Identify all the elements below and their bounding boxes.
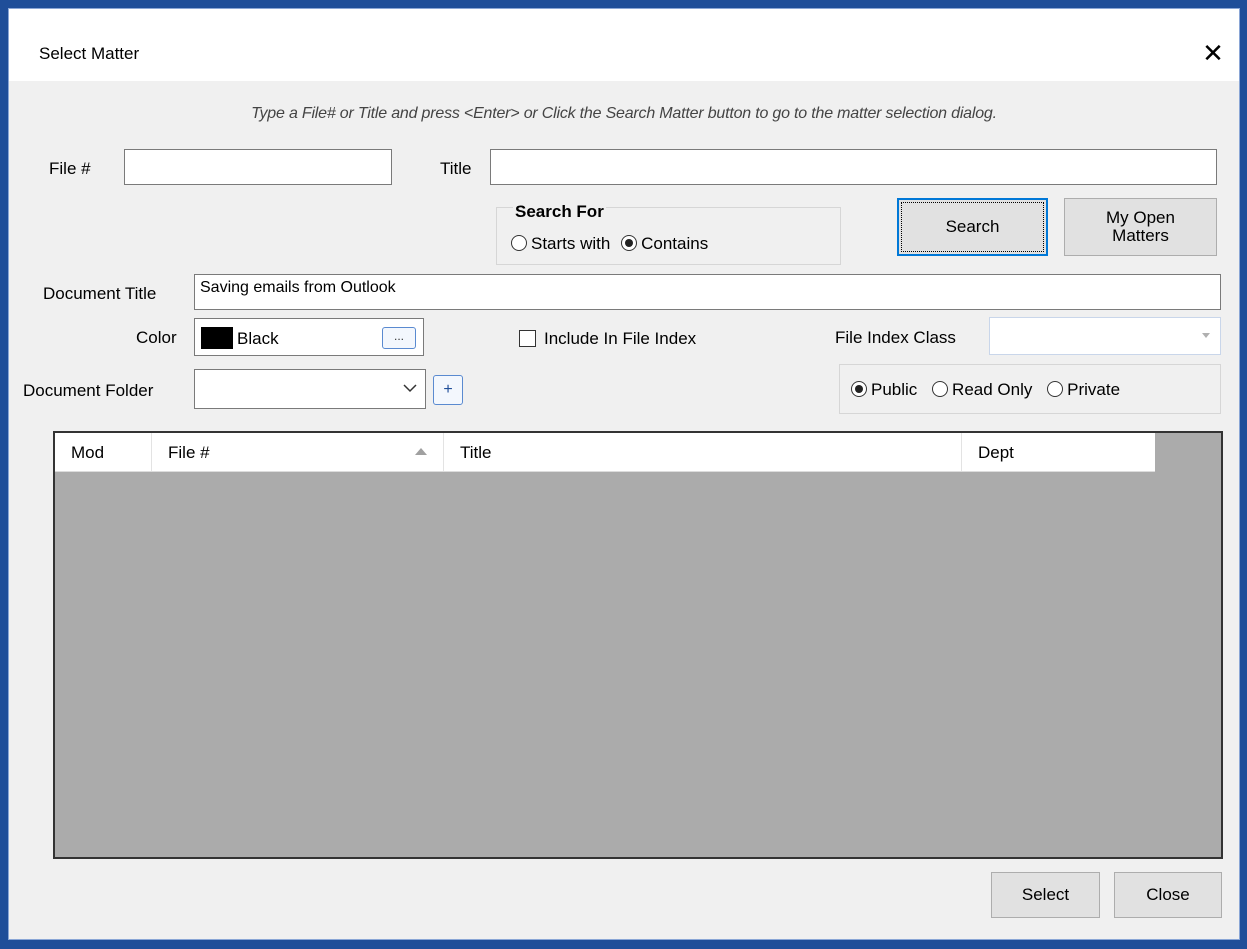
file-number-label: File # bbox=[49, 159, 91, 178]
color-swatch bbox=[201, 327, 233, 349]
document-title-label: Document Title bbox=[43, 284, 157, 303]
search-button[interactable]: Search bbox=[897, 198, 1048, 256]
grid-header: Mod File # Title Dept bbox=[55, 433, 1155, 472]
matter-grid[interactable]: Mod File # Title Dept bbox=[53, 431, 1223, 859]
radio-icon bbox=[1047, 381, 1064, 397]
my-open-matters-button[interactable]: My Open Matters bbox=[1064, 198, 1217, 256]
file-index-class-select[interactable] bbox=[989, 317, 1221, 355]
color-label: Color bbox=[136, 328, 177, 347]
title-label: Title bbox=[440, 159, 472, 178]
document-folder-label: Document Folder bbox=[23, 381, 154, 400]
select-matter-dialog: Select Matter ✕ Type a File# or Title an… bbox=[8, 8, 1240, 940]
column-header-file-number[interactable]: File # bbox=[152, 433, 444, 471]
file-number-input[interactable] bbox=[124, 149, 392, 185]
title-bar: Select Matter ✕ bbox=[9, 9, 1239, 81]
contains-radio[interactable]: Contains bbox=[621, 234, 708, 253]
column-header-title[interactable]: Title bbox=[444, 433, 962, 471]
chevron-down-icon bbox=[1202, 333, 1210, 338]
add-folder-button[interactable]: + bbox=[433, 375, 463, 405]
radio-icon bbox=[511, 235, 527, 251]
checkbox-icon bbox=[519, 330, 536, 347]
color-browse-button[interactable]: ... bbox=[382, 327, 416, 349]
color-value: Black bbox=[237, 329, 279, 348]
search-for-group: Search For Starts with Contains bbox=[496, 202, 841, 265]
close-icon[interactable]: ✕ bbox=[1197, 37, 1229, 69]
radio-icon bbox=[932, 381, 949, 397]
radio-selected-icon bbox=[621, 235, 638, 251]
include-in-file-index-checkbox[interactable]: Include In File Index bbox=[519, 329, 696, 349]
read-only-radio[interactable]: Read Only bbox=[932, 380, 1032, 399]
document-folder-select[interactable] bbox=[194, 369, 426, 409]
file-index-class-label: File Index Class bbox=[835, 328, 956, 347]
starts-with-radio[interactable]: Starts with bbox=[511, 234, 610, 253]
radio-selected-icon bbox=[851, 381, 867, 397]
select-button[interactable]: Select bbox=[991, 872, 1100, 918]
access-level-group: Public Read Only Private bbox=[839, 364, 1221, 414]
document-title-input[interactable]: Saving emails from Outlook bbox=[194, 274, 1221, 310]
column-header-dept[interactable]: Dept bbox=[962, 433, 1155, 471]
private-radio[interactable]: Private bbox=[1047, 380, 1120, 399]
search-for-label: Search For bbox=[513, 202, 606, 222]
chevron-down-icon bbox=[403, 384, 417, 393]
color-picker[interactable]: Black ... bbox=[194, 318, 424, 356]
dialog-title: Select Matter bbox=[39, 44, 140, 63]
instruction-text: Type a File# or Title and press <Enter> … bbox=[251, 105, 997, 122]
title-input[interactable] bbox=[490, 149, 1217, 185]
close-button[interactable]: Close bbox=[1114, 872, 1222, 918]
public-radio[interactable]: Public bbox=[851, 380, 917, 399]
sort-ascending-icon bbox=[415, 448, 427, 455]
column-header-mod[interactable]: Mod bbox=[55, 433, 152, 471]
